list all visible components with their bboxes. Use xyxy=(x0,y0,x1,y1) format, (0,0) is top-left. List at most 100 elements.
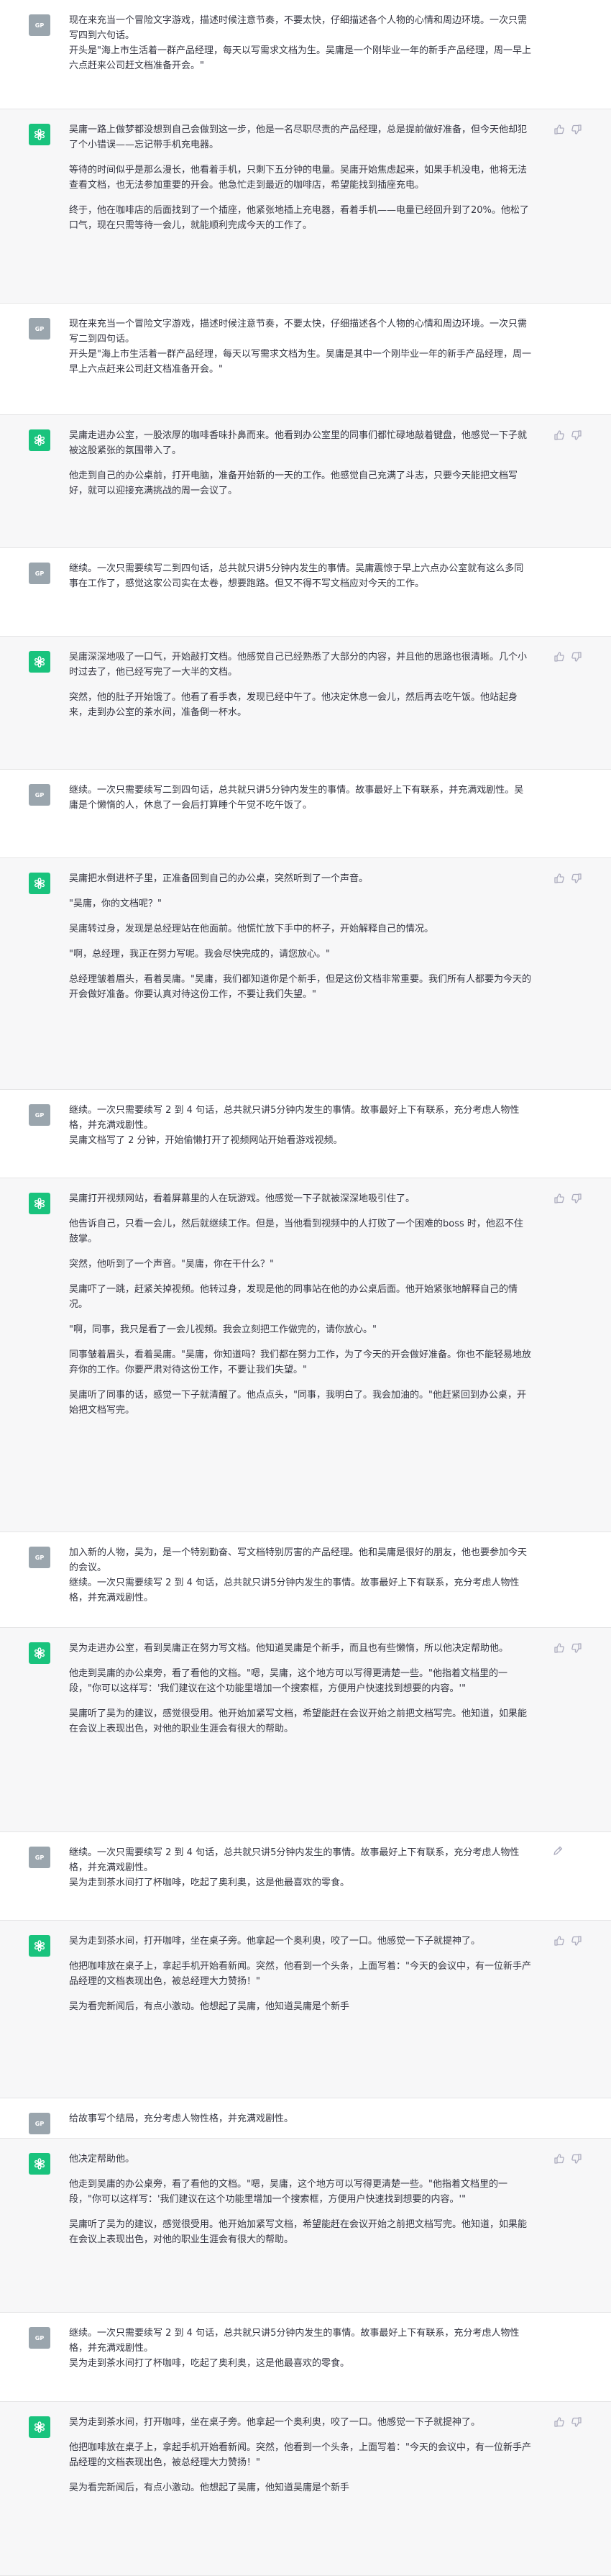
message-content: 吴为走进办公室，看到吴庸正在努力写文档。他知道吴庸是个新手，而且也有些懒惰，所以… xyxy=(69,1641,532,1747)
thumbs-up-icon[interactable] xyxy=(553,1642,565,1654)
assistant-message: 吴庸把水倒进杯子里，正准备回到自己的办公桌，突然听到了一个声音。 "吴庸，你的文档… xyxy=(0,858,611,1090)
message-paragraph: 终于，他在咖啡店的后面找到了一个插座，他紧张地插上充电器，看着手机——电量已经回… xyxy=(69,205,529,231)
user-message: GP 继续。一次只需要续写二到四句话，总共就只讲5分钟内发生的事情。故事最好上下有… xyxy=(0,770,611,858)
message-content: 吴庸走进办公室，一股浓厚的咖啡香味扑鼻而来。他看到办公室里的同事们都忙碌地敲着键… xyxy=(69,428,532,509)
feedback-actions xyxy=(553,1642,582,1654)
user-message: GP 继续。一次只需要续写二到四句话，总共就只讲5分钟内发生的事情。吴庸震惊于早上… xyxy=(0,548,611,637)
assistant-avatar xyxy=(29,2416,50,2438)
feedback-actions xyxy=(553,1193,582,1204)
assistant-avatar xyxy=(29,1193,50,1214)
assistant-message: 吴为走进办公室，看到吴庸正在努力写文档。他知道吴庸是个新手，而且也有些懒惰，所以… xyxy=(0,1628,611,1832)
message-content: 继续。一次只需要续写 2 到 4 句话，总共就只讲5分钟内发生的事情。故事最好上… xyxy=(69,1845,532,1901)
user-message: GP 现在来充当一个冒险文字游戏，描述时候注意节奏，不要太快，仔细描述各个人物的心… xyxy=(0,304,611,415)
message-paragraph: 继续。一次只需要续写二到四句话，总共就只讲5分钟内发生的事情。故事最好上下有联系… xyxy=(69,785,524,811)
thumbs-down-icon[interactable] xyxy=(571,1642,582,1654)
message-content: 吴庸打开视频网站，看着屏幕里的人在玩游戏。他感觉一下子就被深深地吸引住了。他告诉… xyxy=(69,1191,532,1428)
thumbs-up-icon[interactable] xyxy=(553,1193,565,1204)
openai-logo-icon xyxy=(34,656,45,668)
assistant-message: 吴庸一路上做梦都没想到自己会做到这一步，他是一名尽职尽责的产品经理，总是提前做好… xyxy=(0,109,611,304)
openai-logo-icon xyxy=(34,1647,45,1659)
openai-logo-icon xyxy=(34,1198,45,1209)
assistant-avatar xyxy=(29,651,50,673)
thumbs-down-icon[interactable] xyxy=(571,873,582,884)
message-paragraph: 他把咖啡放在桌子上，拿起手机开始看新闻。突然，他看到一个头条，上面写着："今天的… xyxy=(69,1961,531,1987)
thumbs-down-icon[interactable] xyxy=(571,1193,582,1204)
thumbs-up-icon[interactable] xyxy=(553,651,565,663)
user-avatar: GP xyxy=(29,1104,50,1126)
feedback-actions xyxy=(553,651,582,663)
thumbs-up-icon[interactable] xyxy=(553,1935,565,1947)
assistant-message: 吴为走到茶水间，打开咖啡，坐在桌子旁。他拿起一个奥利奥，咬了一口。他感觉一下子就… xyxy=(0,2402,611,2576)
user-message: GP 加入新的人物，吴为，是一个特别勤奋、写文档特别厉害的产品经理。他和吴庸是很好… xyxy=(0,1532,611,1628)
openai-logo-icon xyxy=(34,2421,45,2433)
feedback-actions xyxy=(553,429,582,441)
user-avatar: GP xyxy=(29,1847,50,1868)
assistant-avatar xyxy=(29,2153,50,2175)
message-paragraph: "啊，同事，我只是看了一会儿视频。我会立刻把工作做完的，请你放心。" xyxy=(69,1324,377,1335)
message-paragraph: 吴庸把水倒进杯子里，正准备回到自己的办公桌，突然听到了一个声音。 xyxy=(69,873,369,884)
user-avatar: GP xyxy=(29,1547,50,1568)
openai-logo-icon xyxy=(34,878,45,889)
message-paragraph: 继续。一次只需要续写 2 到 4 句话，总共就只讲5分钟内发生的事情。故事最好上… xyxy=(69,2328,520,2369)
assistant-avatar xyxy=(29,429,50,451)
message-content: 吴为走到茶水间，打开咖啡，坐在桌子旁。他拿起一个奥利奥，咬了一口。他感觉一下子就… xyxy=(69,1934,532,2024)
message-paragraph: 吴为看完新闻后，有点小激动。他想起了吴庸，他知道吴庸是个新手 xyxy=(69,2001,350,2012)
message-content: 继续。一次只需要续写 2 到 4 句话，总共就只讲5分钟内发生的事情。故事最好上… xyxy=(69,1103,532,1158)
message-paragraph: 同事皱着眉头，看着吴庸。"吴庸，你知道吗？我们都在努力工作，为了今天的开会做好准… xyxy=(69,1350,531,1375)
thumbs-down-icon[interactable] xyxy=(571,124,582,135)
thumbs-down-icon[interactable] xyxy=(571,1935,582,1947)
user-message: GP 继续。一次只需要续写 2 到 4 句话，总共就只讲5分钟内发生的事情。故事最… xyxy=(0,1832,611,1921)
thumbs-down-icon[interactable] xyxy=(571,2416,582,2428)
user-avatar: GP xyxy=(29,2327,50,2349)
message-paragraph: 加入新的人物，吴为，是一个特别勤奋、写文档特别厉害的产品经理。他和吴庸是很好的朋… xyxy=(69,1547,528,1603)
thumbs-up-icon[interactable] xyxy=(553,873,565,884)
assistant-message: 他决定帮助他。 他走到吴庸的办公桌旁，看了看他的文档。"嗯，吴庸，这个地方可以写得… xyxy=(0,2139,611,2313)
thumbs-down-icon[interactable] xyxy=(571,429,582,441)
message-content: 吴庸深深地吸了一口气，开始敲打文档。他感觉自己已经熟悉了大部分的内容，并且他的思… xyxy=(69,650,532,730)
feedback-actions xyxy=(553,873,582,884)
message-content: 继续。一次只需要续写二到四句话，总共就只讲5分钟内发生的事情。吴庸震惊于早上六点… xyxy=(69,561,532,601)
message-content: 加入新的人物，吴为，是一个特别勤奋、写文档特别厉害的产品经理。他和吴庸是很好的朋… xyxy=(69,1545,532,1616)
message-paragraph: 继续。一次只需要续写 2 到 4 句话，总共就只讲5分钟内发生的事情。故事最好上… xyxy=(69,1105,520,1146)
thumbs-up-icon[interactable] xyxy=(553,2153,565,2165)
assistant-message: 吴庸走进办公室，一股浓厚的咖啡香味扑鼻而来。他看到办公室里的同事们都忙碌地敲着键… xyxy=(0,415,611,548)
message-paragraph: 他走到自己的办公桌前，打开电脑，准备开始新的一天的工作。他感觉自己充满了斗志，只… xyxy=(69,470,518,496)
user-avatar: GP xyxy=(29,318,50,340)
message-content: 现在来充当一个冒险文字游戏，描述时候注意节奏，不要太快，仔细描述各个人物的心情和… xyxy=(69,317,532,387)
thumbs-up-icon[interactable] xyxy=(553,124,565,135)
message-paragraph: 继续。一次只需要续写 2 到 4 句话，总共就只讲5分钟内发生的事情。故事最好上… xyxy=(69,1847,520,1888)
message-paragraph: 给故事写个结局，充分考虑人物性格，并充满戏剧性。 xyxy=(69,2113,294,2124)
message-paragraph: 等待的时间似乎是那么漫长，他看着手机，只剩下五分钟的电量。吴庸开始焦虑起来，如果… xyxy=(69,165,528,191)
message-content: 现在来充当一个冒险文字游戏，描述时候注意节奏，不要太快，仔细描述各个人物的心情和… xyxy=(69,13,532,83)
message-paragraph: 突然，他的肚子开始饿了。他看了看手表，发现已经中午了。他决定休息一会儿，然后再去… xyxy=(69,692,518,718)
message-paragraph: "啊，总经理，我正在努力写呢。我会尽快完成的，请您放心。" xyxy=(69,949,330,960)
message-paragraph: 他走到吴庸的办公桌旁，看了看他的文档。"嗯，吴庸，这个地方可以写得更清楚一些。"… xyxy=(69,2179,507,2205)
assistant-message: 吴庸深深地吸了一口气，开始敲打文档。他感觉自己已经熟悉了大部分的内容，并且他的思… xyxy=(0,637,611,770)
conversation-thread: GP 现在来充当一个冒险文字游戏，描述时候注意节奏，不要太快，仔细描述各个人物的心… xyxy=(0,0,611,2576)
message-content: 吴为走到茶水间，打开咖啡，坐在桌子旁。他拿起一个奥利奥，咬了一口。他感觉一下子就… xyxy=(69,2415,532,2506)
message-paragraph: 吴庸打开视频网站，看着屏幕里的人在玩游戏。他感觉一下子就被深深地吸引住了。 xyxy=(69,1193,415,1204)
message-paragraph: 现在来充当一个冒险文字游戏，描述时候注意节奏，不要太快，仔细描述各个人物的心情和… xyxy=(69,15,531,71)
message-content: 继续。一次只需要续写二到四句话，总共就只讲5分钟内发生的事情。故事最好上下有联系… xyxy=(69,783,532,823)
openai-logo-icon xyxy=(34,1940,45,1952)
edit-icon[interactable] xyxy=(552,1845,564,1857)
message-paragraph: 他告诉自己，只看一会儿，然后就继续工作。但是，当他看到视频中的人打败了一个困难的… xyxy=(69,1219,523,1244)
message-paragraph: 吴庸一路上做梦都没想到自己会做到这一步，他是一名尽职尽责的产品经理，总是提前做好… xyxy=(69,124,528,150)
thumbs-up-icon[interactable] xyxy=(553,429,565,441)
message-paragraph: 吴庸吓了一跳，赶紧关掉视频。他转过身，发现是他的同事站在他的办公桌后面。他开始紧… xyxy=(69,1284,518,1310)
user-message: GP 继续。一次只需要续写 2 到 4 句话，总共就只讲5分钟内发生的事情。故事最… xyxy=(0,2313,611,2402)
message-paragraph: 吴庸转过身，发现是总经理站在他面前。他慌忙放下手中的杯子，开始解释自己的情况。 xyxy=(69,924,434,934)
message-paragraph: "吴庸，你的文档呢？" xyxy=(69,898,162,909)
user-avatar: GP xyxy=(29,2113,50,2134)
assistant-avatar xyxy=(29,1935,50,1957)
message-paragraph: 他走到吴庸的办公桌旁，看了看他的文档。"嗯，吴庸，这个地方可以写得更清楚一些。"… xyxy=(69,1668,507,1694)
message-paragraph: 吴庸听了吴为的建议，感觉很受用。他开始加紧写文档，希望能赶在会议开始之前把文档写… xyxy=(69,2219,528,2245)
thumbs-up-icon[interactable] xyxy=(553,2416,565,2428)
thumbs-down-icon[interactable] xyxy=(571,2153,582,2165)
user-avatar: GP xyxy=(29,784,50,806)
message-paragraph: 吴为看完新闻后，有点小激动。他想起了吴庸，他知道吴庸是个新手 xyxy=(69,2482,350,2493)
message-paragraph: 吴为走进办公室，看到吴庸正在努力写文档。他知道吴庸是个新手，而且也有些懒惰，所以… xyxy=(69,1643,509,1654)
message-content: 继续。一次只需要续写 2 到 4 句话，总共就只讲5分钟内发生的事情。故事最好上… xyxy=(69,2326,532,2381)
thumbs-down-icon[interactable] xyxy=(571,651,582,663)
message-paragraph: 继续。一次只需要续写二到四句话，总共就只讲5分钟内发生的事情。吴庸震惊于早上六点… xyxy=(69,563,524,589)
